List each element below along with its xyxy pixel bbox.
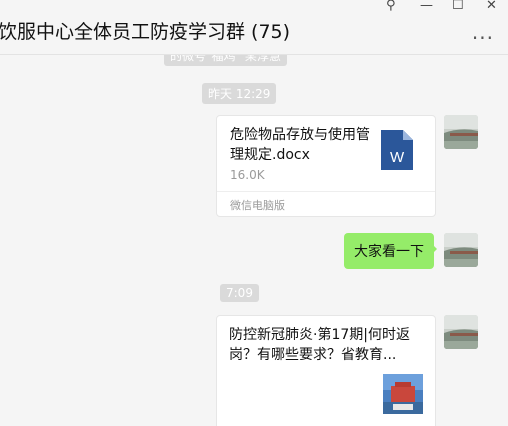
maximize-button[interactable]: ☐ [452,0,464,13]
avatar[interactable] [444,233,478,267]
file-source: 微信电脑版 [230,199,285,212]
avatar-image [444,115,478,149]
card-divider [217,191,435,192]
avatar-image [444,233,478,267]
timestamp: 7:09 [220,284,259,302]
avatar-image [444,315,478,349]
file-name: 危险物品存放与使用管理规定.docx [230,127,370,163]
chat-message-area[interactable]: 的微号"福鸡" 某淳慧 昨天 12:29 危险物品存放与使用管理规定.docx … [0,55,508,426]
file-message-card[interactable]: 危险物品存放与使用管理规定.docx 16.0K W 微信电脑版 [216,115,436,217]
close-button[interactable]: ✕ [486,0,497,13]
article-thumbnail [383,374,423,414]
minimize-button[interactable]: — [420,0,433,13]
chat-title: 饮服中心全体员工防疫学习群 (75) [0,21,291,43]
word-icon-letter: W [390,149,405,166]
system-notice: 的微号"福鸡" 某淳慧 [164,55,287,66]
bubble-tail [431,243,437,255]
file-size: 16.0K [230,168,265,182]
pin-icon[interactable]: ⚲ [386,0,396,13]
more-options-icon[interactable]: ··· [472,26,494,50]
article-title: 防控新冠肺炎·第17期|何时返岗？有哪些要求？省教育... [229,327,410,363]
timestamp: 昨天 12:29 [202,83,277,104]
avatar[interactable] [444,115,478,149]
text-message-bubble[interactable]: 大家看一下 [344,233,434,269]
avatar[interactable] [444,315,478,349]
article-thumbnail-image [383,374,423,414]
article-message-card[interactable]: 防控新冠肺炎·第17期|何时返岗？有哪些要求？省教育... [216,315,436,426]
title-bar: 饮服中心全体员工防疫学习群 (75) ⚲ — ☐ ✕ ··· [0,0,508,55]
